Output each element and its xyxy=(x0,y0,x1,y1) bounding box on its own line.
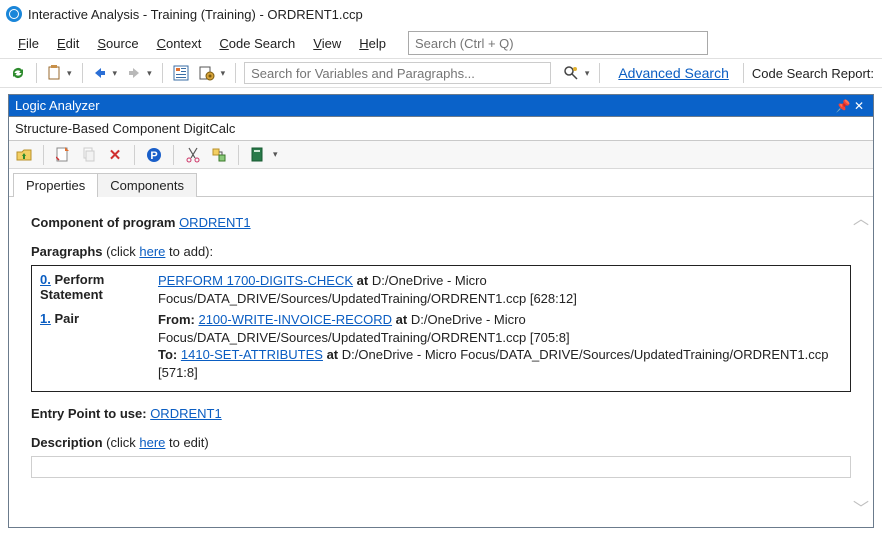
menu-source[interactable]: Source xyxy=(91,34,144,53)
forward-icon[interactable] xyxy=(125,63,143,83)
row1-kind: Pair xyxy=(54,311,79,326)
separator xyxy=(238,145,239,165)
refresh-icon[interactable] xyxy=(8,63,28,83)
properties-icon[interactable] xyxy=(171,63,191,83)
row1-to-at: at xyxy=(327,347,339,362)
scroll-up-icon[interactable]: ︿ xyxy=(853,205,869,229)
code-search-report-label: Code Search Report: xyxy=(752,66,874,81)
row1-from-label: From: xyxy=(158,312,195,327)
separator xyxy=(162,63,163,83)
tab-properties[interactable]: Properties xyxy=(13,173,98,197)
menu-help[interactable]: Help xyxy=(353,34,392,53)
row1-index-link[interactable]: 1. xyxy=(40,311,51,326)
copy-doc-icon[interactable] xyxy=(80,146,98,164)
panel-subtitle: Structure-Based Component DigitCalc xyxy=(9,117,873,141)
delete-icon[interactable]: ✕ xyxy=(106,146,124,164)
dropdown-icon[interactable]: ▾ xyxy=(221,68,228,79)
titlebar: Interactive Analysis - Training (Trainin… xyxy=(0,0,882,28)
paragraph-row: 1. Pair From: 2100-WRITE-INVOICE-RECORD … xyxy=(40,311,842,381)
app-icon xyxy=(6,6,22,22)
paragraphs-label: Paragraphs xyxy=(31,244,103,259)
tabstrip: Properties Components xyxy=(9,169,873,197)
variable-search-input[interactable] xyxy=(244,62,551,84)
panel-header: Logic Analyzer 📌 ✕ xyxy=(9,95,873,117)
window-title: Interactive Analysis - Training (Trainin… xyxy=(28,7,363,22)
pin-icon[interactable]: 📌 xyxy=(835,99,851,113)
separator xyxy=(82,63,83,83)
panel-toolbar: ✕ P ▾ xyxy=(9,141,873,169)
dropdown-icon[interactable]: ▾ xyxy=(585,68,592,79)
separator xyxy=(134,145,135,165)
close-icon[interactable]: ✕ xyxy=(851,99,867,113)
component-of-program: Component of program ORDRENT1 xyxy=(31,215,851,230)
new-doc-icon[interactable] xyxy=(54,146,72,164)
toolbar: ▾ ▾ ▾ ▾ ▾ Advanced Search Code Search Re… xyxy=(0,58,882,88)
row1-to-link[interactable]: 1410-SET-ATTRIBUTES xyxy=(181,347,323,362)
separator xyxy=(599,63,600,83)
quick-search-input[interactable] xyxy=(408,31,708,55)
paragraphs-box: 0. Perform Statement PERFORM 1700-DIGITS… xyxy=(31,265,851,392)
paragraphs-hint-pre: (click xyxy=(103,244,140,259)
logic-analyzer-panel: Logic Analyzer 📌 ✕ Structure-Based Compo… xyxy=(8,94,874,528)
parameter-icon[interactable]: P xyxy=(145,146,163,164)
panel-title: Logic Analyzer xyxy=(15,98,100,113)
search-icon[interactable] xyxy=(561,63,581,83)
folder-up-icon[interactable] xyxy=(15,146,33,164)
cut-icon[interactable] xyxy=(184,146,202,164)
book-icon[interactable] xyxy=(249,146,267,164)
entry-point-link[interactable]: ORDRENT1 xyxy=(150,406,222,421)
scroll-down-icon[interactable]: ﹀ xyxy=(853,495,869,519)
separator xyxy=(743,63,744,83)
dropdown-icon[interactable]: ▾ xyxy=(273,149,280,160)
paragraphs-hint-post: to add): xyxy=(165,244,213,259)
menu-file[interactable]: File xyxy=(12,34,45,53)
row0-index-link[interactable]: 0. xyxy=(40,272,51,287)
row0-at: at xyxy=(357,273,369,288)
paragraphs-add-link[interactable]: here xyxy=(139,244,165,259)
description-edit-link[interactable]: here xyxy=(139,435,165,450)
advanced-search-link[interactable]: Advanced Search xyxy=(618,65,729,81)
menu-code-search[interactable]: Code Search xyxy=(213,34,301,53)
clipboard-icon[interactable] xyxy=(45,63,63,83)
tab-components[interactable]: Components xyxy=(97,173,197,197)
description-hint-pre: (click xyxy=(103,435,140,450)
paragraphs-section: Paragraphs (click here to add): 0. Perfo… xyxy=(31,244,851,392)
settings-icon[interactable] xyxy=(197,63,217,83)
description-section: Description (click here to edit) xyxy=(31,435,851,478)
description-input[interactable] xyxy=(31,456,851,478)
main-area: Logic Analyzer 📌 ✕ Structure-Based Compo… xyxy=(0,88,882,536)
program-link[interactable]: ORDRENT1 xyxy=(179,215,251,230)
separator xyxy=(36,63,37,83)
entry-point-section: Entry Point to use: ORDRENT1 xyxy=(31,406,851,421)
description-hint-post: to edit) xyxy=(165,435,208,450)
row0-perform-link[interactable]: PERFORM 1700-DIGITS-CHECK xyxy=(158,273,353,288)
properties-content: ︿ Component of program ORDRENT1 Paragrap… xyxy=(9,197,873,527)
separator xyxy=(173,145,174,165)
separator xyxy=(235,63,236,83)
svg-text:P: P xyxy=(150,150,157,162)
component-icon[interactable] xyxy=(210,146,228,164)
row1-from-at: at xyxy=(396,312,408,327)
menubar: File Edit Source Context Code Search Vie… xyxy=(0,28,882,58)
description-label: Description xyxy=(31,435,103,450)
entry-point-label: Entry Point to use: xyxy=(31,406,147,421)
separator xyxy=(43,145,44,165)
row1-from-link[interactable]: 2100-WRITE-INVOICE-RECORD xyxy=(198,312,392,327)
menu-edit[interactable]: Edit xyxy=(51,34,85,53)
dropdown-icon[interactable]: ▾ xyxy=(67,68,74,79)
component-label: Component of program xyxy=(31,215,175,230)
menu-context[interactable]: Context xyxy=(151,34,208,53)
paragraph-row: 0. Perform Statement PERFORM 1700-DIGITS… xyxy=(40,272,842,307)
menu-view[interactable]: View xyxy=(307,34,347,53)
row1-to-label: To: xyxy=(158,347,177,362)
back-icon[interactable] xyxy=(91,63,109,83)
dropdown-icon[interactable]: ▾ xyxy=(113,68,120,79)
dropdown-icon[interactable]: ▾ xyxy=(147,68,154,79)
